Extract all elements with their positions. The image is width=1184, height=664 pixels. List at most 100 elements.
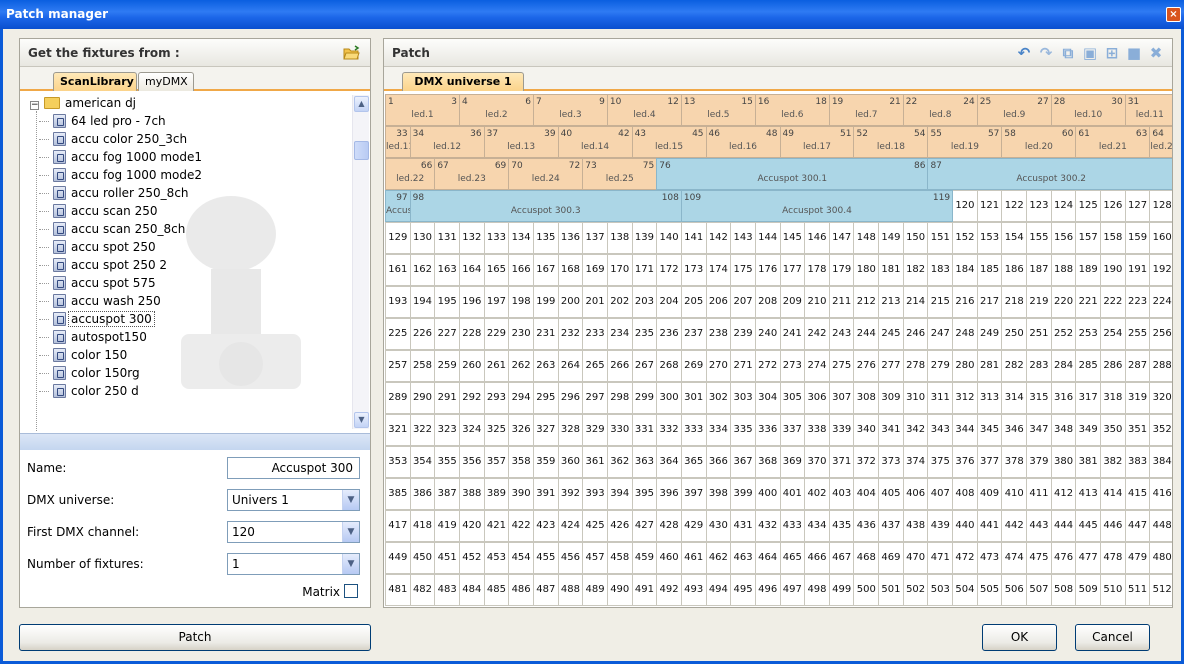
scroll-thumb[interactable] — [354, 141, 369, 160]
channel-cell[interactable]: 175 — [730, 254, 756, 286]
channel-cell[interactable]: 131 — [434, 222, 460, 254]
channel-cell[interactable]: 476 — [1050, 542, 1077, 574]
channel-cell[interactable]: 239 — [730, 318, 756, 350]
channel-cell[interactable]: 180 — [853, 254, 880, 286]
channel-cell[interactable]: 424 — [557, 510, 584, 542]
channel-cell[interactable]: 412 — [1050, 478, 1077, 510]
channel-cell[interactable]: 201 — [582, 286, 608, 318]
channel-cell[interactable]: 404 — [853, 478, 880, 510]
channel-cell[interactable]: 333 — [680, 414, 707, 446]
channel-cell[interactable]: 498 — [804, 574, 830, 606]
channel-cell[interactable]: 169 — [582, 254, 608, 286]
channel-cell[interactable]: 349 — [1075, 414, 1102, 446]
channel-cell[interactable]: 205 — [680, 286, 707, 318]
channel-cell[interactable]: 133 — [483, 222, 510, 254]
channel-cell[interactable]: 193 — [385, 286, 411, 318]
channel-cell[interactable]: 208 — [754, 286, 781, 318]
tree-item[interactable]: color 150rg — [39, 364, 140, 382]
channel-cell[interactable]: 321 — [385, 414, 411, 446]
channel-cell[interactable]: 418 — [409, 510, 436, 542]
channel-cell[interactable]: 377 — [976, 446, 1003, 478]
channel-cell[interactable]: 130 — [409, 222, 436, 254]
channel-cell[interactable]: 166 — [508, 254, 534, 286]
channel-cell[interactable]: 421 — [483, 510, 510, 542]
channel-cell[interactable]: 233 — [582, 318, 608, 350]
channel-cell[interactable]: 276 — [853, 350, 880, 382]
channel-cell[interactable]: 423 — [532, 510, 559, 542]
channel-cell[interactable]: 306 — [804, 382, 830, 414]
universe-select[interactable]: Univers 1 ▼ — [227, 489, 360, 511]
patched-fixture[interactable]: 70 72 led.24 — [508, 158, 584, 190]
channel-cell[interactable]: 217 — [976, 286, 1003, 318]
channel-cell[interactable]: 446 — [1100, 510, 1126, 542]
channel-cell[interactable]: 199 — [532, 286, 559, 318]
channel-cell[interactable]: 138 — [606, 222, 633, 254]
channel-cell[interactable]: 288 — [1149, 350, 1172, 382]
channel-cell[interactable]: 181 — [878, 254, 904, 286]
channel-cell[interactable]: 224 — [1149, 286, 1172, 318]
channel-cell[interactable]: 211 — [828, 286, 855, 318]
channel-cell[interactable]: 449 — [385, 542, 411, 574]
tree-item[interactable]: accu scan 250 — [39, 202, 158, 220]
channel-cell[interactable]: 351 — [1124, 414, 1151, 446]
patched-fixture[interactable]: 19 21 led.7 — [828, 94, 904, 126]
channel-cell[interactable]: 309 — [878, 382, 904, 414]
channel-cell[interactable]: 402 — [804, 478, 830, 510]
channel-cell[interactable]: 312 — [952, 382, 978, 414]
channel-cell[interactable]: 268 — [656, 350, 682, 382]
chevron-down-icon[interactable]: ▼ — [342, 490, 359, 510]
channel-cell[interactable]: 190 — [1100, 254, 1126, 286]
channel-cell[interactable]: 432 — [754, 510, 781, 542]
channel-cell[interactable]: 410 — [1001, 478, 1028, 510]
channel-cell[interactable]: 202 — [606, 286, 633, 318]
channel-cell[interactable]: 487 — [532, 574, 559, 606]
channel-cell[interactable]: 260 — [458, 350, 485, 382]
tree-item[interactable]: accu spot 250 2 — [39, 256, 167, 274]
channel-cell[interactable]: 283 — [1026, 350, 1052, 382]
channel-cell[interactable]: 492 — [656, 574, 682, 606]
channel-cell[interactable]: 396 — [656, 478, 682, 510]
channel-cell[interactable]: 123 — [1026, 190, 1052, 222]
insert-icon[interactable]: ⊞ — [1104, 45, 1120, 61]
channel-cell[interactable]: 484 — [458, 574, 485, 606]
channel-cell[interactable]: 376 — [952, 446, 978, 478]
channel-cell[interactable]: 357 — [483, 446, 510, 478]
first-channel-select[interactable]: 120 ▼ — [227, 521, 360, 543]
channel-cell[interactable]: 191 — [1124, 254, 1151, 286]
channel-cell[interactable]: 317 — [1075, 382, 1102, 414]
channel-cell[interactable]: 485 — [483, 574, 510, 606]
channel-cell[interactable]: 284 — [1050, 350, 1077, 382]
channel-cell[interactable]: 415 — [1124, 478, 1151, 510]
channel-cell[interactable]: 344 — [952, 414, 978, 446]
channel-cell[interactable]: 218 — [1001, 286, 1028, 318]
channel-cell[interactable]: 247 — [927, 318, 954, 350]
channel-cell[interactable]: 511 — [1124, 574, 1151, 606]
channel-cell[interactable]: 143 — [730, 222, 756, 254]
channel-cell[interactable]: 126 — [1100, 190, 1126, 222]
patched-fixture[interactable]: 10 12 led.4 — [606, 94, 682, 126]
channel-cell[interactable]: 367 — [730, 446, 756, 478]
channel-cell[interactable]: 232 — [557, 318, 584, 350]
channel-cell[interactable]: 363 — [631, 446, 658, 478]
scroll-up-icon[interactable]: ▲ — [354, 96, 369, 112]
channel-cell[interactable]: 295 — [532, 382, 559, 414]
channel-cell[interactable]: 465 — [779, 542, 806, 574]
channel-cell[interactable]: 259 — [434, 350, 460, 382]
channel-cell[interactable]: 125 — [1075, 190, 1102, 222]
channel-cell[interactable]: 397 — [680, 478, 707, 510]
channel-cell[interactable]: 474 — [1001, 542, 1028, 574]
channel-cell[interactable]: 197 — [483, 286, 510, 318]
channel-cell[interactable]: 173 — [680, 254, 707, 286]
scroll-down-icon[interactable]: ▼ — [354, 412, 369, 428]
channel-cell[interactable]: 150 — [902, 222, 929, 254]
channel-cell[interactable]: 255 — [1124, 318, 1151, 350]
channel-cell[interactable]: 262 — [508, 350, 534, 382]
channel-cell[interactable]: 352 — [1149, 414, 1172, 446]
channel-cell[interactable]: 365 — [680, 446, 707, 478]
channel-cell[interactable]: 300 — [656, 382, 682, 414]
channel-cell[interactable]: 383 — [1124, 446, 1151, 478]
channel-cell[interactable]: 437 — [878, 510, 904, 542]
channel-cell[interactable]: 196 — [458, 286, 485, 318]
tree-item[interactable]: accu fog 1000 mode2 — [39, 166, 202, 184]
channel-cell[interactable]: 436 — [853, 510, 880, 542]
